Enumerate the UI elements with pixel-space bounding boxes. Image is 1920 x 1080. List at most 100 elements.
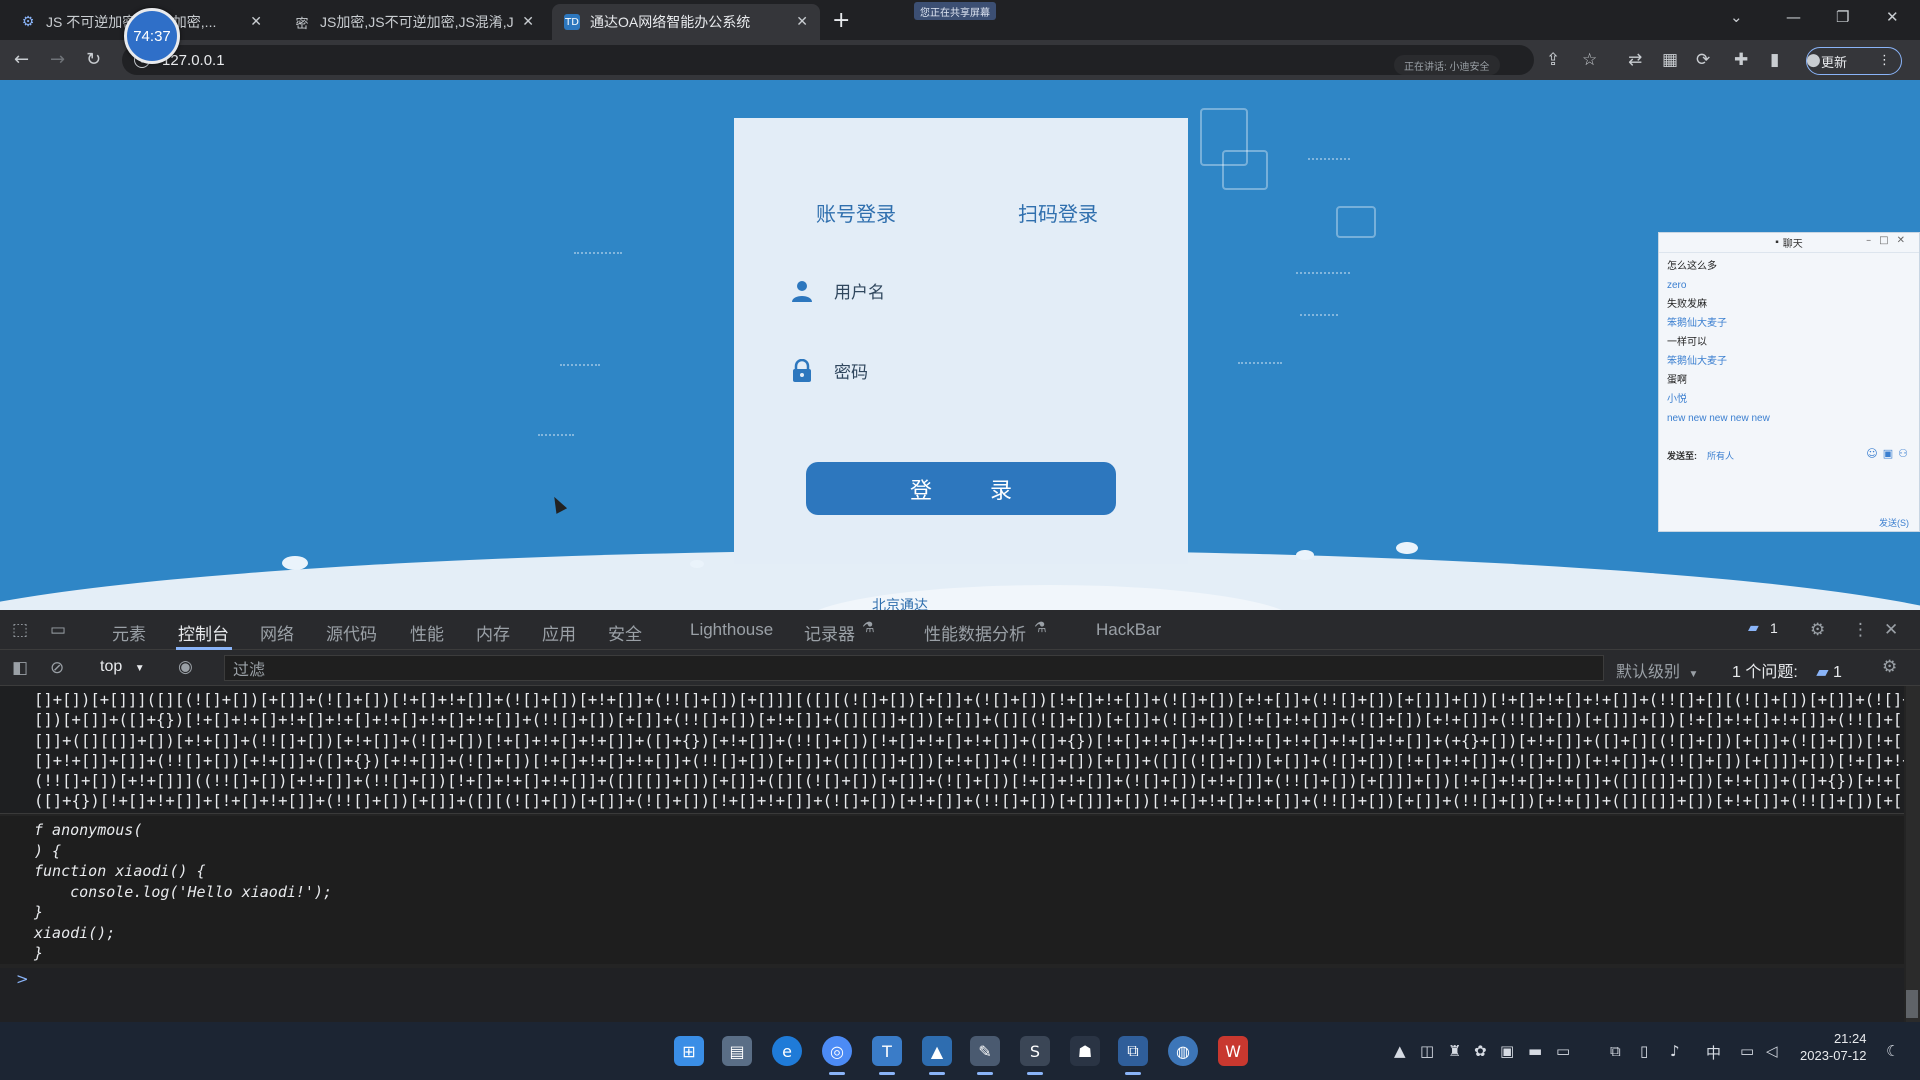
chat-message: 笨鹅仙大麦子: [1667, 318, 1727, 329]
settings-gear-icon[interactable]: ⚙: [1810, 620, 1825, 640]
tab-recorder[interactable]: 记录器: [804, 620, 855, 645]
tray-copy-icon[interactable]: ⧉: [1610, 1042, 1621, 1060]
scrollbar-thumb[interactable]: [1906, 990, 1918, 1018]
tab-performance-insights[interactable]: 性能数据分析: [924, 620, 1026, 645]
new-tab-button[interactable]: +: [832, 8, 850, 33]
cat-app-icon[interactable]: ☗: [1070, 1036, 1100, 1066]
system-clock[interactable]: 21:24 2023-07-12: [1800, 1030, 1867, 1064]
close-icon[interactable]: ✕: [796, 14, 808, 30]
typora-icon[interactable]: T: [872, 1036, 902, 1075]
close-window-icon[interactable]: ✕: [1886, 8, 1899, 26]
tray-app-icon[interactable]: ▲: [1394, 1042, 1406, 1060]
tab-lighthouse[interactable]: Lighthouse: [690, 620, 773, 640]
puzzle-icon[interactable]: ✚: [1734, 50, 1748, 70]
tab-security[interactable]: 安全: [608, 620, 642, 645]
network-icon[interactable]: ▭: [1740, 1042, 1754, 1060]
file-explorer-icon[interactable]: ▤: [722, 1036, 752, 1066]
tray-tshirt-icon[interactable]: ♜: [1448, 1042, 1461, 1060]
kebab-menu-icon[interactable]: ⋮: [1878, 53, 1891, 68]
tab-account-login[interactable]: 账号登录: [816, 198, 896, 227]
tab-performance[interactable]: 性能: [410, 620, 444, 645]
tab-hackbar[interactable]: HackBar: [1096, 620, 1161, 640]
console-output: []+[])[+[]]]([][(![]+[])[+[]]+(![]+[])[!…: [0, 686, 1904, 1022]
kebab-menu-icon[interactable]: ⋮: [1852, 620, 1869, 640]
tab-js-obfuscate[interactable]: 密 JS加密,JS不可逆加密,JS混淆,JS混... ✕: [282, 4, 546, 40]
login-button[interactable]: 登 录: [806, 462, 1116, 515]
tray-gear-icon[interactable]: ✿: [1474, 1042, 1487, 1060]
sidebar-toggle-icon[interactable]: ◧: [12, 658, 28, 678]
message-icon[interactable]: ▰: [1748, 620, 1759, 636]
close-icon[interactable]: ✕: [250, 14, 262, 30]
chat-toolbar-icons[interactable]: ☺▣⚇: [1866, 447, 1913, 460]
chat-window-controls[interactable]: –□✕: [1866, 235, 1913, 246]
address-input[interactable]: i 127.0.0.1 正在讲话: 小迪安全: [122, 45, 1534, 75]
console-prompt[interactable]: >: [0, 968, 1904, 1022]
windows-logo-icon[interactable]: ⊞: [674, 1036, 704, 1066]
star-icon[interactable]: ☆: [1582, 50, 1597, 70]
eye-icon[interactable]: ◉: [178, 657, 193, 677]
filter-input[interactable]: 过滤: [224, 655, 1604, 681]
chat-send-button[interactable]: 发送(S): [1879, 516, 1909, 529]
console-result[interactable]: f anonymous( ) { function xiaodi() { con…: [0, 816, 1904, 964]
mountain-app-icon[interactable]: ▲: [922, 1036, 952, 1075]
log-levels-dropdown[interactable]: 默认级别 ▼: [1616, 658, 1698, 682]
globe-icon[interactable]: ◍: [1168, 1036, 1198, 1066]
wechat-work-icon[interactable]: W: [1218, 1036, 1248, 1066]
sidepanel-icon[interactable]: ▮: [1770, 50, 1779, 70]
microphone-icon[interactable]: ♪: [1670, 1042, 1680, 1060]
console-settings-icon[interactable]: ⚙: [1882, 657, 1897, 677]
tab-network[interactable]: 网络: [260, 620, 294, 645]
send-to-row[interactable]: 发送至: 所有人: [1667, 449, 1734, 462]
clear-console-icon[interactable]: ⊘: [50, 658, 64, 678]
chrome-icon[interactable]: ◎: [822, 1036, 852, 1075]
back-icon[interactable]: ←: [14, 49, 29, 70]
device-toggle-icon[interactable]: ▭: [50, 620, 66, 640]
tray-display-icon[interactable]: ▭: [1556, 1042, 1570, 1060]
password-placeholder: 密码: [834, 363, 868, 382]
close-icon[interactable]: ✕: [522, 14, 534, 30]
update-label: 更新: [1821, 54, 1848, 70]
console-scrollbar[interactable]: [1906, 686, 1920, 1022]
share-icon[interactable]: ⇪: [1546, 50, 1560, 70]
console-toolbar: ◧ ⊘ top ▼ ◉ 过滤 默认级别 ▼ 1 个问题: ▰ 1 ⚙: [0, 650, 1920, 686]
username-field[interactable]: 用户名: [790, 278, 885, 303]
tab-console[interactable]: 控制台: [178, 620, 229, 645]
extension-translate-icon[interactable]: ⇄: [1628, 50, 1642, 70]
close-icon[interactable]: ✕: [1884, 620, 1898, 640]
context-selector[interactable]: top ▼: [100, 658, 145, 676]
tab-qr-login[interactable]: 扫码登录: [1018, 198, 1098, 227]
result-line: console.log('Hello xiaodi!');: [34, 882, 333, 901]
chevron-down-icon[interactable]: ⌄: [1730, 8, 1743, 26]
edge-icon[interactable]: e: [772, 1036, 802, 1066]
tray-screenshot-icon[interactable]: ◫: [1420, 1042, 1434, 1060]
inspect-icon[interactable]: ⬚: [12, 620, 28, 640]
chat-message: 小悦: [1667, 394, 1687, 405]
extension-refresh-icon[interactable]: ⟳: [1696, 50, 1710, 70]
send-to-select[interactable]: 所有人: [1707, 451, 1734, 461]
tray-network-app-icon[interactable]: ▣: [1500, 1042, 1514, 1060]
notes-icon[interactable]: ✎: [970, 1036, 1000, 1075]
volume-icon[interactable]: ◁: [1766, 1042, 1778, 1060]
tab-memory[interactable]: 内存: [476, 620, 510, 645]
minimize-icon[interactable]: —: [1786, 8, 1801, 26]
tray-battery-icon[interactable]: ▯: [1640, 1042, 1648, 1060]
extension-qr-icon[interactable]: ▦: [1662, 50, 1678, 70]
issues-button[interactable]: 1 个问题: ▰ 1: [1732, 658, 1842, 682]
restore-icon[interactable]: ❐: [1836, 8, 1849, 26]
tab-sources[interactable]: 源代码: [326, 620, 377, 645]
virtualbox-icon[interactable]: ⧉: [1118, 1036, 1148, 1075]
notification-icon[interactable]: ☾: [1886, 1042, 1899, 1060]
dots-decoration: [560, 364, 600, 366]
ime-indicator[interactable]: 中: [1706, 1042, 1721, 1063]
tab-elements[interactable]: 元素: [112, 620, 146, 645]
reload-icon[interactable]: ↻: [86, 49, 101, 70]
tab-application[interactable]: 应用: [542, 620, 576, 645]
tab-tongda-oa[interactable]: TD 通达OA网络智能办公系统 ✕: [552, 4, 820, 40]
sublime-icon[interactable]: S: [1020, 1036, 1050, 1075]
forward-icon[interactable]: →: [50, 49, 65, 70]
tray-monitor-icon[interactable]: ▬: [1528, 1042, 1542, 1060]
tongda-favicon: TD: [564, 14, 580, 30]
update-button[interactable]: 更新 ⋮: [1806, 47, 1902, 75]
message-count-badge[interactable]: 1: [1770, 620, 1778, 636]
password-field[interactable]: 密码: [790, 358, 868, 383]
